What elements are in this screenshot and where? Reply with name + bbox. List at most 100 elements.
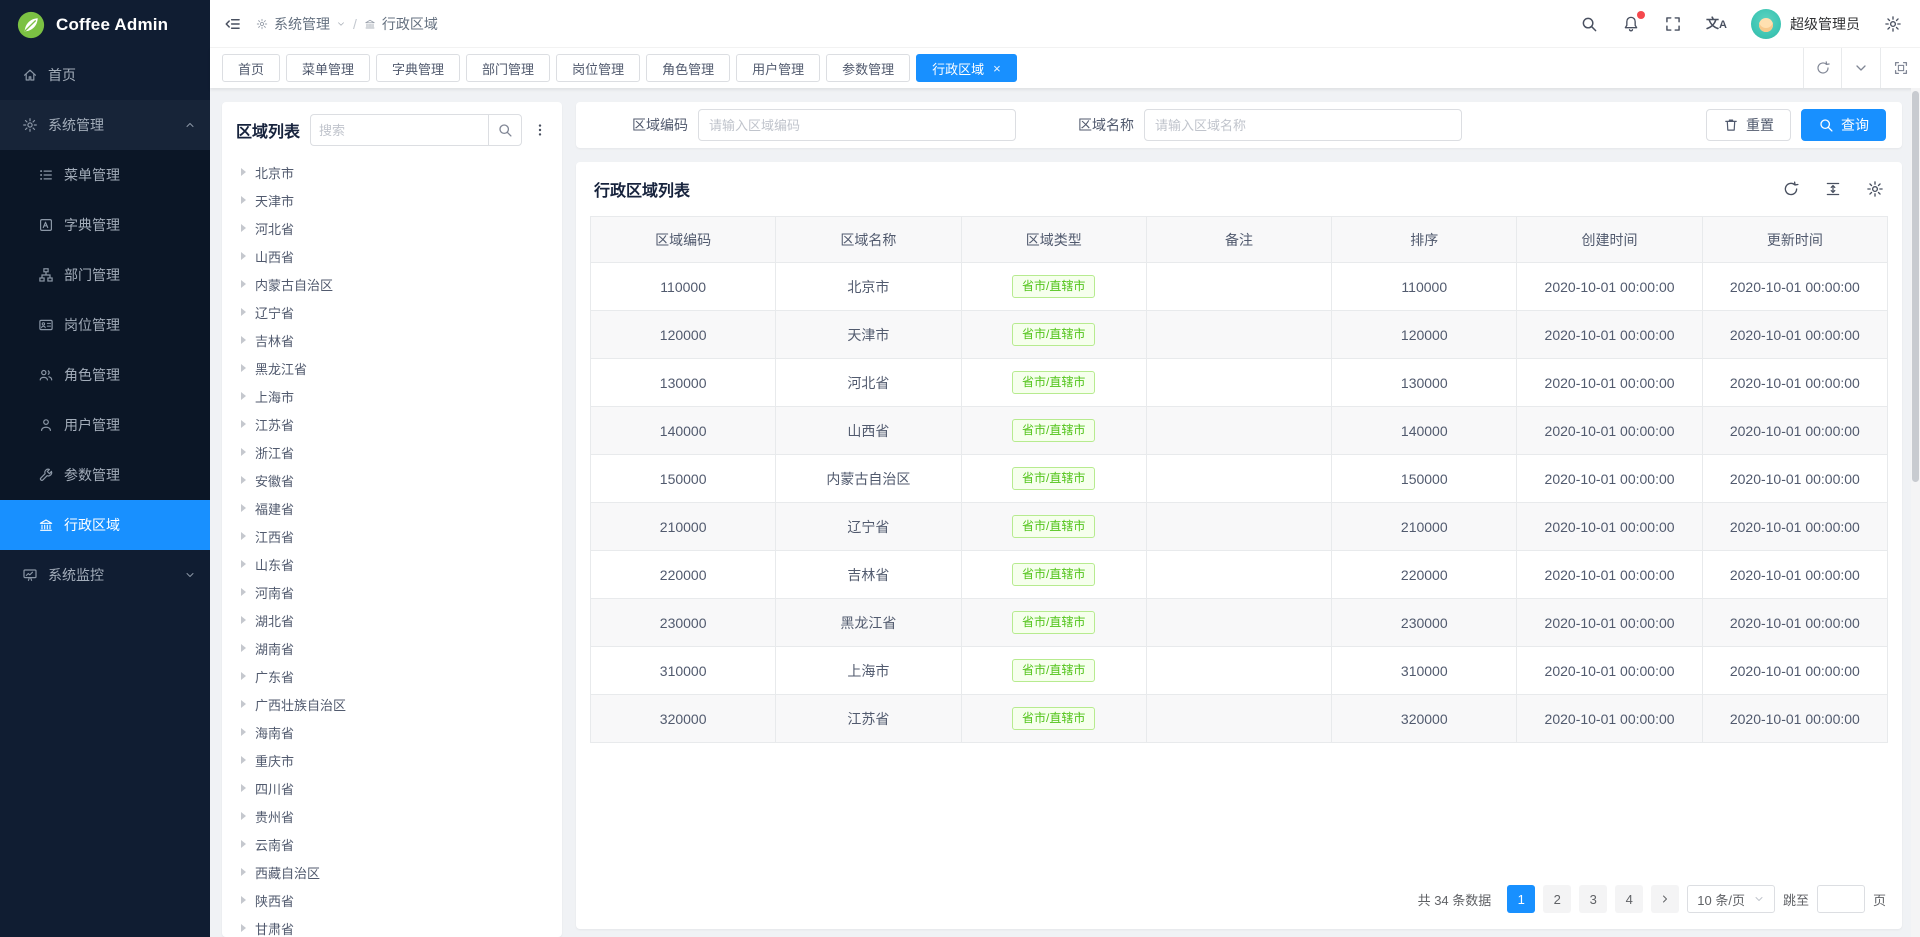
fullscreen-button[interactable]	[1664, 15, 1682, 33]
tree-item[interactable]: 湖南省	[236, 634, 548, 662]
sidebar-item-user-management[interactable]: 用户管理	[0, 400, 210, 450]
caret-right-icon[interactable]	[241, 812, 246, 820]
caret-right-icon[interactable]	[241, 756, 246, 764]
tree-item[interactable]: 云南省	[236, 830, 548, 858]
tree-item[interactable]: 广东省	[236, 662, 548, 690]
tree-item[interactable]: 甘肃省	[236, 914, 548, 937]
breadcrumb-item-region[interactable]: 行政区域	[364, 14, 438, 34]
table-row[interactable]: 140000 山西省 省市/直辖市 140000 2020-10-01 00:0…	[591, 407, 1888, 455]
column-header[interactable]: 排序	[1332, 217, 1517, 263]
tab[interactable]: 字典管理	[376, 54, 460, 82]
caret-right-icon[interactable]	[241, 364, 246, 372]
sidebar-item-system-monitor[interactable]: 系统监控	[0, 550, 210, 600]
sidebar-item-region[interactable]: 行政区域	[0, 500, 210, 550]
sidebar-item-dict-management[interactable]: 字典管理	[0, 200, 210, 250]
column-header[interactable]: 备注	[1146, 217, 1331, 263]
page-button[interactable]: 4	[1615, 885, 1643, 913]
tabs-menu-button[interactable]	[1842, 48, 1880, 88]
table-columns-settings-button[interactable]	[1866, 180, 1884, 198]
column-header[interactable]: 区域编码	[591, 217, 776, 263]
tree-item[interactable]: 贵州省	[236, 802, 548, 830]
caret-right-icon[interactable]	[241, 308, 246, 316]
caret-right-icon[interactable]	[241, 224, 246, 232]
caret-right-icon[interactable]	[241, 252, 246, 260]
tree-search-button[interactable]	[488, 114, 522, 146]
caret-right-icon[interactable]	[241, 476, 246, 484]
sidebar-item-post-management[interactable]: 岗位管理	[0, 300, 210, 350]
table-row[interactable]: 150000 内蒙古自治区 省市/直辖市 150000 2020-10-01 0…	[591, 455, 1888, 503]
table-row[interactable]: 120000 天津市 省市/直辖市 120000 2020-10-01 00:0…	[591, 311, 1888, 359]
caret-right-icon[interactable]	[241, 896, 246, 904]
tree-item[interactable]: 江苏省	[236, 410, 548, 438]
table-row[interactable]: 230000 黑龙江省 省市/直辖市 230000 2020-10-01 00:…	[591, 599, 1888, 647]
table-refresh-button[interactable]	[1782, 180, 1800, 198]
jump-page-input[interactable]	[1817, 885, 1865, 913]
tree-item[interactable]: 浙江省	[236, 438, 548, 466]
caret-right-icon[interactable]	[241, 728, 246, 736]
table-row[interactable]: 110000 北京市 省市/直辖市 110000 2020-10-01 00:0…	[591, 263, 1888, 311]
table-row[interactable]: 220000 吉林省 省市/直辖市 220000 2020-10-01 00:0…	[591, 551, 1888, 599]
table-row[interactable]: 210000 辽宁省 省市/直辖市 210000 2020-10-01 00:0…	[591, 503, 1888, 551]
tab[interactable]: 参数管理	[826, 54, 910, 82]
caret-right-icon[interactable]	[241, 448, 246, 456]
breadcrumb-item-system[interactable]: 系统管理	[256, 14, 346, 34]
page-button[interactable]: 1	[1507, 885, 1535, 913]
caret-right-icon[interactable]	[241, 196, 246, 204]
vertical-scrollbar[interactable]	[1911, 88, 1920, 937]
caret-right-icon[interactable]	[241, 168, 246, 176]
sidebar-item-menu-management[interactable]: 菜单管理	[0, 150, 210, 200]
search-button[interactable]: 查询	[1801, 109, 1886, 141]
tree-item[interactable]: 河南省	[236, 578, 548, 606]
tree-more-button[interactable]	[532, 122, 548, 138]
tree-item[interactable]: 天津市	[236, 186, 548, 214]
caret-right-icon[interactable]	[241, 280, 246, 288]
tree-item[interactable]: 重庆市	[236, 746, 548, 774]
global-search-button[interactable]	[1580, 15, 1598, 33]
tab[interactable]: 菜单管理	[286, 54, 370, 82]
content-fullscreen-button[interactable]	[1880, 48, 1920, 88]
tree-item[interactable]: 黑龙江省	[236, 354, 548, 382]
sidebar-item-dept-management[interactable]: 部门管理	[0, 250, 210, 300]
column-header[interactable]: 更新时间	[1702, 217, 1887, 263]
reset-button[interactable]: 重置	[1706, 109, 1791, 141]
tab[interactable]: 岗位管理	[556, 54, 640, 82]
tab[interactable]: 部门管理	[466, 54, 550, 82]
table-density-button[interactable]	[1824, 180, 1842, 198]
tree-item[interactable]: 河北省	[236, 214, 548, 242]
notifications-button[interactable]	[1622, 15, 1640, 33]
table-row[interactable]: 310000 上海市 省市/直辖市 310000 2020-10-01 00:0…	[591, 647, 1888, 695]
sidebar-item-system-management[interactable]: 系统管理	[0, 100, 210, 150]
tree-item[interactable]: 四川省	[236, 774, 548, 802]
tree-item[interactable]: 陕西省	[236, 886, 548, 914]
sidebar-item-param-management[interactable]: 参数管理	[0, 450, 210, 500]
tab[interactable]: 用户管理	[736, 54, 820, 82]
sidebar-collapse-button[interactable]	[224, 15, 242, 33]
column-header[interactable]: 创建时间	[1517, 217, 1702, 263]
caret-right-icon[interactable]	[241, 784, 246, 792]
tree-item[interactable]: 上海市	[236, 382, 548, 410]
page-size-select[interactable]: 10 条/页	[1687, 885, 1775, 913]
sidebar-item-role-management[interactable]: 角色管理	[0, 350, 210, 400]
region-name-input[interactable]	[1144, 109, 1462, 141]
column-header[interactable]: 区域类型	[961, 217, 1146, 263]
tree-item[interactable]: 北京市	[236, 158, 548, 186]
caret-right-icon[interactable]	[241, 644, 246, 652]
tree-item[interactable]: 海南省	[236, 718, 548, 746]
tree-item[interactable]: 安徽省	[236, 466, 548, 494]
tree-item[interactable]: 辽宁省	[236, 298, 548, 326]
tab[interactable]: 角色管理	[646, 54, 730, 82]
tab-close-icon[interactable]: ×	[993, 62, 1001, 75]
tab[interactable]: 行政区域 ×	[916, 54, 1017, 82]
settings-button[interactable]	[1884, 15, 1902, 33]
caret-right-icon[interactable]	[241, 336, 246, 344]
table-row[interactable]: 320000 江苏省 省市/直辖市 320000 2020-10-01 00:0…	[591, 695, 1888, 743]
language-switch-button[interactable]: 文A	[1706, 17, 1727, 31]
tree-item[interactable]: 山西省	[236, 242, 548, 270]
tab[interactable]: 首页	[222, 54, 280, 82]
tree-item[interactable]: 西藏自治区	[236, 858, 548, 886]
table-row[interactable]: 130000 河北省 省市/直辖市 130000 2020-10-01 00:0…	[591, 359, 1888, 407]
tree-item[interactable]: 江西省	[236, 522, 548, 550]
brand[interactable]: Coffee Admin	[0, 0, 210, 50]
caret-right-icon[interactable]	[241, 840, 246, 848]
caret-right-icon[interactable]	[241, 672, 246, 680]
